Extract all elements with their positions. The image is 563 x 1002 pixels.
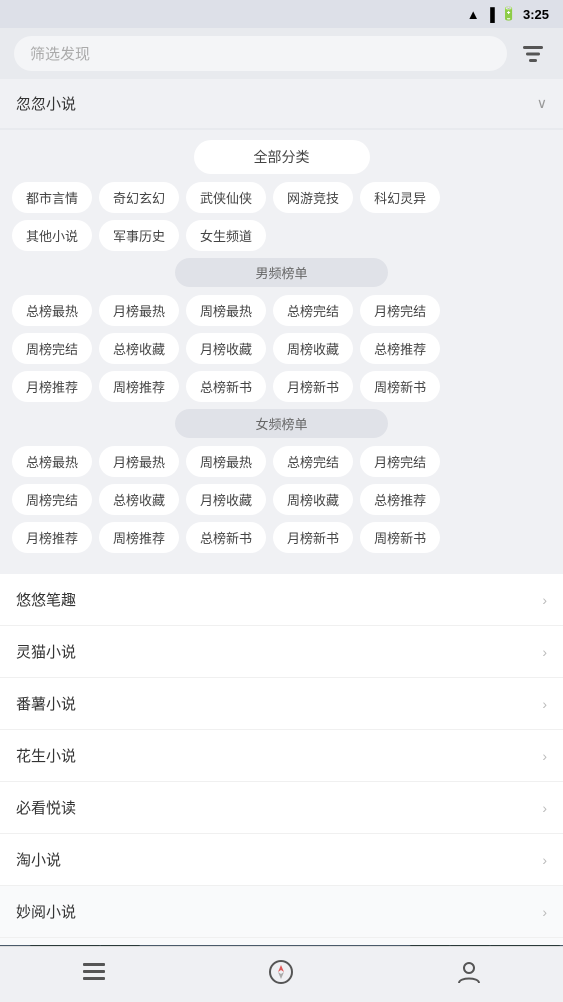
tag-f-zhoubang-xinshu[interactable]: 周榜新书 [360,522,440,553]
chevron-right-icon: › [542,904,547,920]
tag-f-zhoubang-tuijian[interactable]: 周榜推荐 [99,522,179,553]
list-item-label: 灵猫小说 [16,641,76,662]
list-item-youyou[interactable]: 悠悠笔趣 › [0,574,563,626]
tags-section: 全部分类 都市言情 奇幻玄幻 武侠仙侠 网游竞技 科幻灵异 其他小说 军事历史 … [0,130,563,574]
tag-m-yuebang-xinshu[interactable]: 月榜新书 [273,371,353,402]
tag-m-zhoubang-xinshu[interactable]: 周榜新书 [360,371,440,402]
tag-m-yuebang-shoucang[interactable]: 月榜收藏 [186,333,266,364]
list-item-label: 花生小说 [16,745,76,766]
male-section-label: 男频榜单 [175,258,387,287]
tag-f-zhoubang-shoucang[interactable]: 周榜收藏 [273,484,353,515]
tag-f-zhoubang-re[interactable]: 周榜最热 [186,446,266,477]
tag-f-zongbang-shoucang[interactable]: 总榜收藏 [99,484,179,515]
tag-f-yuebang-re[interactable]: 月榜最热 [99,446,179,477]
tag-m-zhoubang-shoucang[interactable]: 周榜收藏 [273,333,353,364]
tag-f-yuebang-shoucang[interactable]: 月榜收藏 [186,484,266,515]
tag-f-zongbang-re[interactable]: 总榜最热 [12,446,92,477]
tag-f-zhoubang-wanjie[interactable]: 周榜完结 [12,484,92,515]
chevron-right-icon: › [542,592,547,608]
female-section-label: 女频榜单 [175,409,387,438]
tag-f-yuebang-tuijian[interactable]: 月榜推荐 [12,522,92,553]
list-item-lingmao[interactable]: 灵猫小说 › [0,626,563,678]
compass-icon [268,959,294,991]
tag-m-yuebang-wanjie[interactable]: 月榜完结 [360,295,440,326]
tag-m-zongbang-tuijian[interactable]: 总榜推荐 [360,333,440,364]
tag-dushi[interactable]: 都市言情 [12,182,92,213]
list-item-label: 番薯小说 [16,693,76,714]
male-rank-row1: 总榜最热 月榜最热 周榜最热 总榜完结 月榜完结 [12,295,551,326]
chevron-down-icon: ∨ [537,95,547,112]
app-list: 悠悠笔趣 › 灵猫小说 › 番薯小说 › 花生小说 › 必看悦读 › 淘小说 ›… [0,574,563,945]
male-section-label-row: 男频榜单 [12,258,551,287]
nav-profile[interactable] [436,953,502,997]
filter-icon[interactable] [517,38,549,70]
tag-m-zongbang-shoucang[interactable]: 总榜收藏 [99,333,179,364]
list-item-youtu[interactable]: 有兔阅读 › [0,938,563,945]
list-item-label: 妙阅小说 [16,901,76,922]
main-content: 忽忽小说 ∨ 全部分类 都市言情 奇幻玄幻 武侠仙侠 网游竞技 科幻灵异 其他小… [0,79,563,945]
tag-f-zongbang-wanjie[interactable]: 总榜完结 [273,446,353,477]
tag-f-zongbang-xinshu[interactable]: 总榜新书 [186,522,266,553]
tag-m-zhoubang-tuijian[interactable]: 周榜推荐 [99,371,179,402]
profile-icon [456,959,482,991]
female-rank-row2: 周榜完结 总榜收藏 月榜收藏 周榜收藏 总榜推荐 [12,484,551,515]
status-bar: ▲ ▐ 🔋 3:25 [0,0,563,28]
tag-qita[interactable]: 其他小说 [12,220,92,251]
chevron-right-icon: › [542,852,547,868]
battery-icon: 🔋 [501,6,517,22]
nav-discover[interactable] [248,953,314,997]
tag-m-yuebang-re[interactable]: 月榜最热 [99,295,179,326]
chevron-right-icon: › [542,800,547,816]
tag-junshi[interactable]: 军事历史 [99,220,179,251]
tag-m-zongbang-wanjie[interactable]: 总榜完结 [273,295,353,326]
huhuxiaoshuo-section: 忽忽小说 ∨ 全部分类 都市言情 奇幻玄幻 武侠仙侠 网游竞技 科幻灵异 其他小… [0,79,563,574]
signal-icon: ▐ [486,7,495,22]
tag-m-zongbang-re[interactable]: 总榜最热 [12,295,92,326]
tag-qihuan[interactable]: 奇幻玄幻 [99,182,179,213]
tag-nvsheng[interactable]: 女生频道 [186,220,266,251]
tag-m-zongbang-xinshu[interactable]: 总榜新书 [186,371,266,402]
tag-m-zhoubang-re[interactable]: 周榜最热 [186,295,266,326]
search-input[interactable]: 筛选发现 [14,36,507,71]
all-categories-row: 全部分类 [12,140,551,174]
huhuxiaoshuo-header[interactable]: 忽忽小说 ∨ [0,79,563,128]
genre-tags-row2: 其他小说 军事历史 女生频道 [12,220,551,251]
tag-f-yuebang-xinshu[interactable]: 月榜新书 [273,522,353,553]
list-item-bikan[interactable]: 必看悦读 › [0,782,563,834]
huhuxiaoshuo-title: 忽忽小说 [16,93,76,114]
tag-wuxia[interactable]: 武侠仙侠 [186,182,266,213]
tag-m-yuebang-tuijian[interactable]: 月榜推荐 [12,371,92,402]
bottom-nav [0,946,563,1002]
bookshelf-icon [81,961,107,989]
list-item-tao[interactable]: 淘小说 › [0,834,563,886]
all-categories-tag[interactable]: 全部分类 [194,140,370,174]
female-section-label-row: 女频榜单 [12,409,551,438]
tag-m-zhoubang-wanjie[interactable]: 周榜完结 [12,333,92,364]
tag-f-yuebang-wanjie[interactable]: 月榜完结 [360,446,440,477]
search-placeholder: 筛选发现 [30,43,90,64]
tag-f-zongbang-tuijian[interactable]: 总榜推荐 [360,484,440,515]
chevron-right-icon: › [542,696,547,712]
list-item-label: 悠悠笔趣 [16,589,76,610]
search-bar: 筛选发现 [0,28,563,79]
male-rank-row3: 月榜推荐 周榜推荐 总榜新书 月榜新书 周榜新书 [12,371,551,402]
tag-wangyou[interactable]: 网游竞技 [273,182,353,213]
chevron-right-icon: › [542,748,547,764]
list-item-fanshu[interactable]: 番薯小说 › [0,678,563,730]
list-item-miaoyue[interactable]: 妙阅小说 › [0,886,563,938]
list-item-label: 淘小说 [16,849,61,870]
female-rank-row1: 总榜最热 月榜最热 周榜最热 总榜完结 月榜完结 [12,446,551,477]
genre-tags-row1: 都市言情 奇幻玄幻 武侠仙侠 网游竞技 科幻灵异 [12,182,551,213]
chevron-right-icon: › [542,644,547,660]
male-rank-row2: 周榜完结 总榜收藏 月榜收藏 周榜收藏 总榜推荐 [12,333,551,364]
time: 3:25 [523,7,549,22]
list-item-huasheng[interactable]: 花生小说 › [0,730,563,782]
list-item-label: 必看悦读 [16,797,76,818]
nav-bookshelf[interactable] [61,955,127,995]
wifi-icon: ▲ [467,7,480,22]
female-rank-row3: 月榜推荐 周榜推荐 总榜新书 月榜新书 周榜新书 [12,522,551,553]
tag-kehuan[interactable]: 科幻灵异 [360,182,440,213]
